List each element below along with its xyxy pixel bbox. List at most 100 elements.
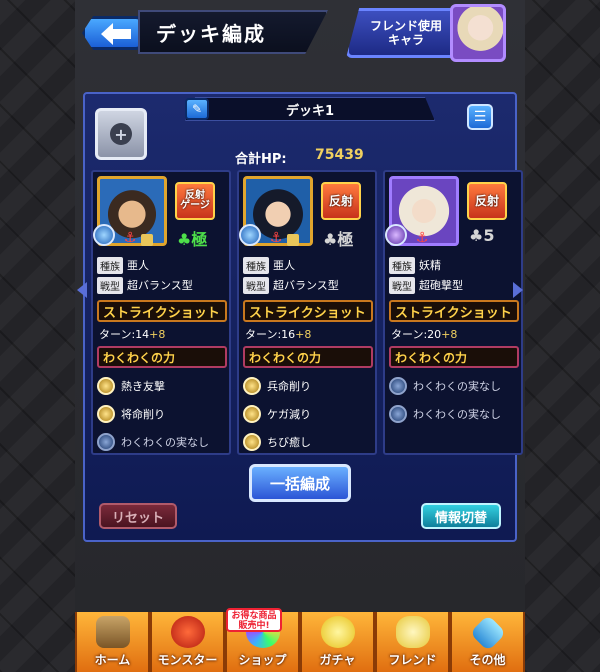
turn-text: ターン:20 bbox=[391, 328, 442, 341]
waku-item: 熱き友撃 bbox=[97, 372, 231, 400]
tribe-value: 亜人 bbox=[273, 259, 295, 272]
ability-badge: 反射 bbox=[321, 182, 361, 220]
turn-text: ターン:16 bbox=[245, 328, 296, 341]
turn-plus: +8 bbox=[295, 328, 312, 341]
total-hp-value: 75439 bbox=[315, 147, 364, 163]
deck-icon-button[interactable]: + bbox=[95, 108, 147, 160]
seal-icon: ⚓ bbox=[415, 230, 429, 246]
waku-item-label: わくわくの実なし bbox=[413, 408, 501, 421]
waku-item-label: 将命削り bbox=[121, 408, 165, 421]
luck-value: ♣極 bbox=[323, 230, 354, 249]
strike-shot-label: ストライクショット bbox=[389, 300, 519, 322]
waku-list: 熱き友撃 将命削り わくわくの実なし bbox=[97, 372, 231, 456]
deck-cards: ⚓ 反射 ゲージ ♣極 種族 亜人 戦型 超バランス型 ストライクショット ター… bbox=[91, 170, 523, 455]
nav-gacha-label: ガチャ bbox=[319, 653, 356, 667]
waku-power-label: わくわくの力 bbox=[243, 346, 373, 368]
strike-shot-label: ストライクショット bbox=[243, 300, 373, 322]
waku-item: わくわくの実なし bbox=[389, 400, 523, 428]
turn-count: ターン:16+8 bbox=[245, 326, 311, 342]
luck-text: 5 bbox=[483, 226, 495, 245]
waku-list: 兵命削り ケガ減り ちび癒し bbox=[243, 372, 377, 456]
nav-other-label: その他 bbox=[469, 653, 506, 667]
ability-line1: 反射 bbox=[328, 194, 353, 208]
monster-card-3[interactable]: ⚓ 反射 ♣5 種族 妖精 戦型 超砲撃型 ストライクショット ターン:20+8… bbox=[383, 170, 523, 455]
tribe-row: 種族 妖精 bbox=[389, 256, 441, 274]
home-icon bbox=[95, 616, 130, 648]
type-value: 超バランス型 bbox=[273, 279, 339, 292]
total-hp-label: 合計HP: bbox=[235, 152, 287, 167]
tribe-tag: 種族 bbox=[243, 256, 269, 274]
list-icon: ☰ bbox=[473, 109, 487, 125]
plus-icon: + bbox=[110, 123, 132, 145]
nav-home[interactable]: ホーム bbox=[75, 612, 150, 672]
monster-card-1[interactable]: ⚓ 反射 ゲージ ♣極 種族 亜人 戦型 超バランス型 ストライクショット ター… bbox=[91, 170, 231, 455]
waku-fruit-icon bbox=[243, 405, 261, 423]
nav-other[interactable]: その他 bbox=[450, 612, 525, 672]
turn-plus: +8 bbox=[149, 328, 166, 341]
type-value: 超バランス型 bbox=[127, 279, 193, 292]
ability-line1: 反射 bbox=[474, 194, 499, 208]
waku-item-label: 熱き友撃 bbox=[121, 380, 165, 393]
waku-power-label: わくわくの力 bbox=[389, 346, 519, 368]
monster-card-2[interactable]: ⚓ 反射 ♣極 種族 亜人 戦型 超バランス型 ストライクショット ターン:16… bbox=[237, 170, 377, 455]
type-value: 超砲撃型 bbox=[419, 279, 463, 292]
waku-empty-icon bbox=[389, 405, 407, 423]
turn-text: ターン:14 bbox=[99, 328, 150, 341]
back-arrow-icon bbox=[101, 23, 131, 45]
tribe-tag: 種族 bbox=[97, 256, 123, 274]
waku-fruit-icon bbox=[97, 405, 115, 423]
tribe-row: 種族 亜人 bbox=[243, 256, 295, 274]
waku-item-label: 兵命削り bbox=[267, 380, 311, 393]
nav-friend-label: フレンド bbox=[388, 653, 437, 667]
waku-empty-icon bbox=[389, 377, 407, 395]
reset-button[interactable]: リセット bbox=[99, 503, 177, 529]
friend-button-line2: キャラ bbox=[387, 33, 424, 47]
deck-list-button[interactable]: ☰ bbox=[467, 104, 493, 130]
waku-item-label: わくわくの実なし bbox=[413, 380, 501, 393]
luck-value: ♣極 bbox=[177, 230, 208, 249]
waku-item-label: ちび癒し bbox=[267, 436, 311, 449]
friend-character-avatar[interactable] bbox=[450, 4, 506, 62]
luck-value: ♣5 bbox=[469, 226, 495, 245]
nav-monster[interactable]: モンスター bbox=[150, 612, 225, 672]
info-toggle-button[interactable]: 情報切替 bbox=[421, 503, 501, 529]
ability-badge: 反射 ゲージ bbox=[175, 182, 215, 220]
seal-icon: ⚓ bbox=[269, 230, 283, 246]
waku-item: 兵命削り bbox=[243, 372, 377, 400]
nav-gacha[interactable]: ガチャ bbox=[300, 612, 375, 672]
waku-item: わくわくの実なし bbox=[97, 428, 231, 456]
edit-deck-name-button[interactable]: ✎ bbox=[185, 98, 209, 120]
strike-shot-label: ストライクショット bbox=[97, 300, 227, 322]
waku-empty-icon bbox=[97, 433, 115, 451]
tribe-tag: 種族 bbox=[389, 256, 415, 274]
waku-item-label: ケガ減り bbox=[267, 408, 311, 421]
waku-item: ケガ減り bbox=[243, 400, 377, 428]
element-badge-icon bbox=[93, 224, 115, 246]
friend-icon bbox=[395, 616, 430, 648]
luck-text: 極 bbox=[191, 230, 208, 249]
nav-monster-label: モンスター bbox=[157, 653, 218, 667]
tribe-value: 妖精 bbox=[419, 259, 441, 272]
stone-wall-left bbox=[0, 0, 75, 672]
monster-icon bbox=[170, 616, 205, 648]
type-tag: 戦型 bbox=[243, 276, 269, 294]
other-icon bbox=[469, 614, 506, 652]
nav-home-label: ホーム bbox=[94, 653, 131, 667]
bottom-navigation: ホーム モンスター ショップ ガチャ フレンド その他 bbox=[75, 612, 525, 672]
bulk-edit-button[interactable]: 一括編成 bbox=[249, 464, 351, 502]
waku-power-label: わくわくの力 bbox=[97, 346, 227, 368]
nav-friend[interactable]: フレンド bbox=[375, 612, 450, 672]
luck-text: 極 bbox=[337, 230, 354, 249]
lock-icon bbox=[287, 234, 299, 246]
back-button[interactable] bbox=[82, 16, 144, 50]
type-row: 戦型 超砲撃型 bbox=[389, 276, 463, 294]
type-row: 戦型 超バランス型 bbox=[97, 276, 193, 294]
turn-count: ターン:14+8 bbox=[99, 326, 165, 342]
friend-character-button[interactable]: フレンド使用 キャラ bbox=[346, 8, 456, 58]
waku-fruit-icon bbox=[243, 433, 261, 451]
turn-plus: +8 bbox=[441, 328, 458, 341]
deck-name: デッキ1 bbox=[185, 97, 435, 121]
page-title: デッキ編成 bbox=[138, 10, 328, 54]
waku-fruit-icon bbox=[243, 377, 261, 395]
tribe-row: 種族 亜人 bbox=[97, 256, 149, 274]
